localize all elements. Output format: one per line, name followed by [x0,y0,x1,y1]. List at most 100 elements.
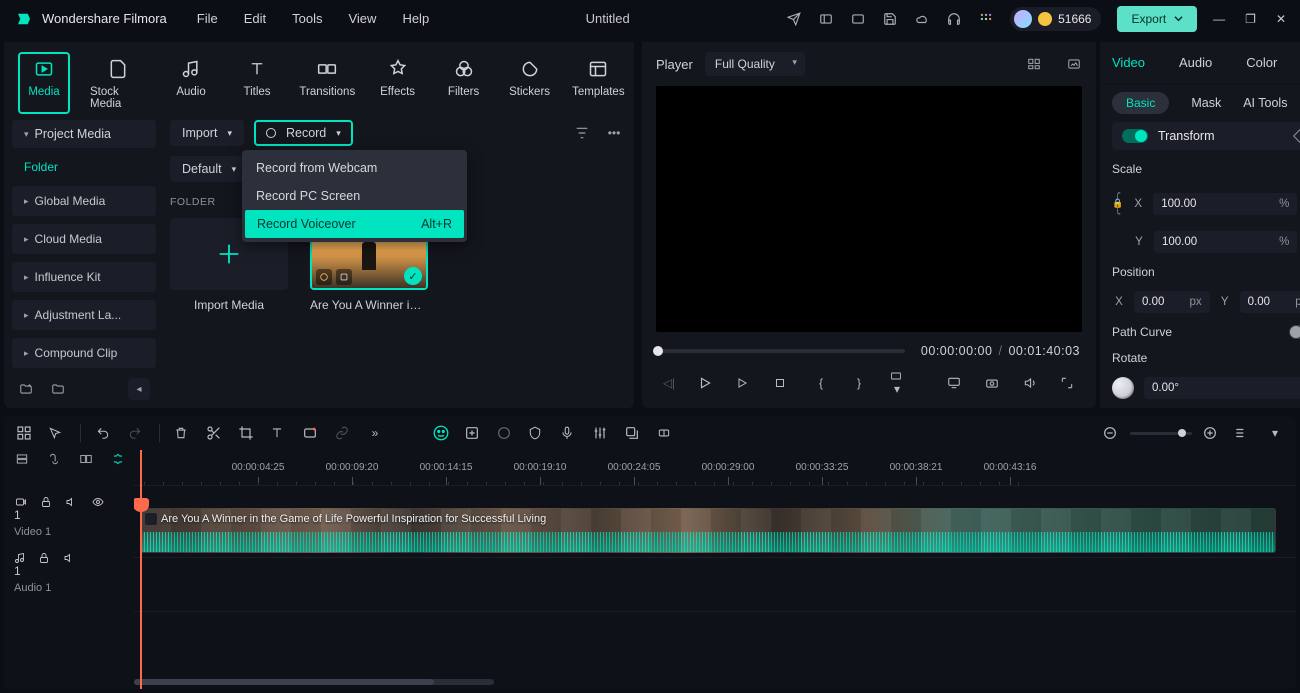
sidebar-compound-clip[interactable]: ▸Compound Clip [12,338,156,368]
collapse-sidebar-button[interactable]: ◂ [128,378,150,400]
rotate-input[interactable]: 0.00° [1144,377,1300,399]
ai-icon[interactable] [432,424,450,442]
window-minimize[interactable]: — [1213,12,1225,26]
record-webcam[interactable]: Record from Webcam [242,154,467,182]
cloud-icon[interactable] [914,11,930,27]
export-button[interactable]: Export [1117,6,1197,32]
save-icon[interactable] [882,11,898,27]
section-transform[interactable]: Transform [1112,122,1300,150]
tl-layout-icon[interactable] [16,425,34,441]
tab-effects[interactable]: Effects [372,52,424,114]
sidebar-project-media[interactable]: ▾Project Media [12,120,156,148]
tab-titles[interactable]: Titles [231,52,283,114]
menu-view[interactable]: View [348,11,376,26]
audio-track-head[interactable]: 1 Audio 1 [4,548,134,602]
ratio-icon[interactable]: ▾ [888,370,906,396]
sidebar-adjustment-layer[interactable]: ▸Adjustment La... [12,300,156,330]
link-icon[interactable] [334,426,352,440]
zoom-in-icon[interactable] [1202,425,1220,441]
subtab-ai-tools[interactable]: AI Tools [1243,96,1287,110]
lock-icon[interactable] [40,496,52,522]
sidebar-cloud-media[interactable]: ▸Cloud Media [12,224,156,254]
transform-keyframe-icon[interactable] [1293,129,1300,143]
pos-x-input[interactable]: 0.00px [1134,291,1210,313]
seek-bar[interactable] [658,349,905,353]
apps-icon[interactable] [978,11,994,27]
sidebar-global-media[interactable]: ▸Global Media [12,186,156,216]
keyframe-icon[interactable] [656,426,674,440]
tab-media[interactable]: Media [18,52,70,114]
audio-lock-icon[interactable] [38,552,50,578]
snapshot-icon[interactable] [1066,57,1082,71]
menu-help[interactable]: Help [402,11,429,26]
timeline-tracks[interactable]: 00:00:04:2500:00:09:2000:00:14:1500:00:1… [134,450,1296,689]
mixer-icon[interactable] [592,425,610,441]
circle-tool-icon[interactable] [496,425,514,441]
transform-toggle[interactable] [1122,129,1148,143]
subtab-basic[interactable]: Basic [1112,92,1169,114]
more-tools-icon[interactable]: » [366,426,384,440]
headset-icon[interactable] [946,11,962,27]
fullscreen-icon[interactable] [1060,376,1078,390]
sidebar-influence-kit[interactable]: ▸Influence Kit [12,262,156,292]
mark-out-icon[interactable]: } [850,376,868,390]
subtab-mask[interactable]: Mask [1191,96,1221,110]
timeline-settings-icon[interactable]: ▾ [1266,426,1284,440]
trk-mode-1-icon[interactable] [14,452,30,466]
layout-1-icon[interactable] [818,11,834,27]
tab-audio[interactable]: Audio [165,52,217,114]
trk-mode-2-icon[interactable] [46,452,62,466]
window-maximize[interactable]: ❐ [1245,12,1256,26]
zoom-out-icon[interactable] [1102,425,1120,441]
sidebar-folder[interactable]: Folder [12,152,156,182]
play-icon[interactable] [698,376,716,390]
trk-mode-4-icon[interactable] [110,452,126,466]
prop-tab-color[interactable]: Color [1246,55,1277,70]
text-icon[interactable] [270,425,288,441]
mark-in-icon[interactable]: { [812,376,830,390]
enhance-icon[interactable] [464,425,482,441]
preview-viewport[interactable] [656,86,1082,332]
video-track-head[interactable]: 1 Video 1 [4,492,134,546]
tl-pointer-icon[interactable] [48,425,66,441]
time-ruler[interactable]: 00:00:04:2500:00:09:2000:00:14:1500:00:1… [134,450,1296,486]
undo-icon[interactable] [95,426,113,440]
mute-icon[interactable] [64,496,78,522]
tab-transitions[interactable]: Transitions [297,52,358,114]
sort-dropdown[interactable]: Default▾ [170,156,248,182]
mic-icon[interactable] [560,425,578,441]
redo-icon[interactable] [127,426,145,440]
tab-templates[interactable]: Templates [570,52,628,114]
record-screen[interactable]: Record PC Screen [242,182,467,210]
video-clip[interactable]: Are You A Winner in the Game of Life Pow… [140,508,1276,553]
delete-icon[interactable] [174,425,192,441]
visibility-icon[interactable] [90,496,106,522]
timeline-scrollbar[interactable] [134,679,494,685]
record-voiceover[interactable]: Record Voiceover Alt+R [245,210,464,238]
prev-frame-icon[interactable]: ◁| [660,376,678,390]
record-dropdown[interactable]: Record▾ [254,120,353,146]
playhead[interactable] [140,450,142,689]
filter-icon[interactable] [574,125,594,141]
new-bin-icon[interactable] [50,382,66,396]
more-icon[interactable]: ••• [604,126,624,140]
grid-view-icon[interactable] [1026,57,1042,71]
send-icon[interactable] [786,11,802,27]
stop-icon[interactable] [774,377,792,389]
shield-icon[interactable] [528,425,546,441]
monitor-icon[interactable] [946,376,964,390]
timeline-view-icon[interactable] [1234,425,1252,441]
rotate-knob[interactable] [1112,377,1134,399]
scale-x-input[interactable]: 100.00% [1153,193,1297,215]
pathcurve-toggle[interactable] [1289,325,1300,339]
volume-icon[interactable] [1022,376,1040,390]
play-2-icon[interactable] [736,377,754,389]
speed-icon[interactable] [302,425,320,441]
menu-edit[interactable]: Edit [244,11,266,26]
pos-y-input[interactable]: 0.00px [1240,291,1300,313]
layout-2-icon[interactable] [850,11,866,27]
zoom-slider[interactable] [1130,432,1192,435]
coin-balance[interactable]: 51666 [1010,7,1101,31]
audio-mute-icon[interactable] [62,552,76,578]
menu-file[interactable]: File [197,11,218,26]
